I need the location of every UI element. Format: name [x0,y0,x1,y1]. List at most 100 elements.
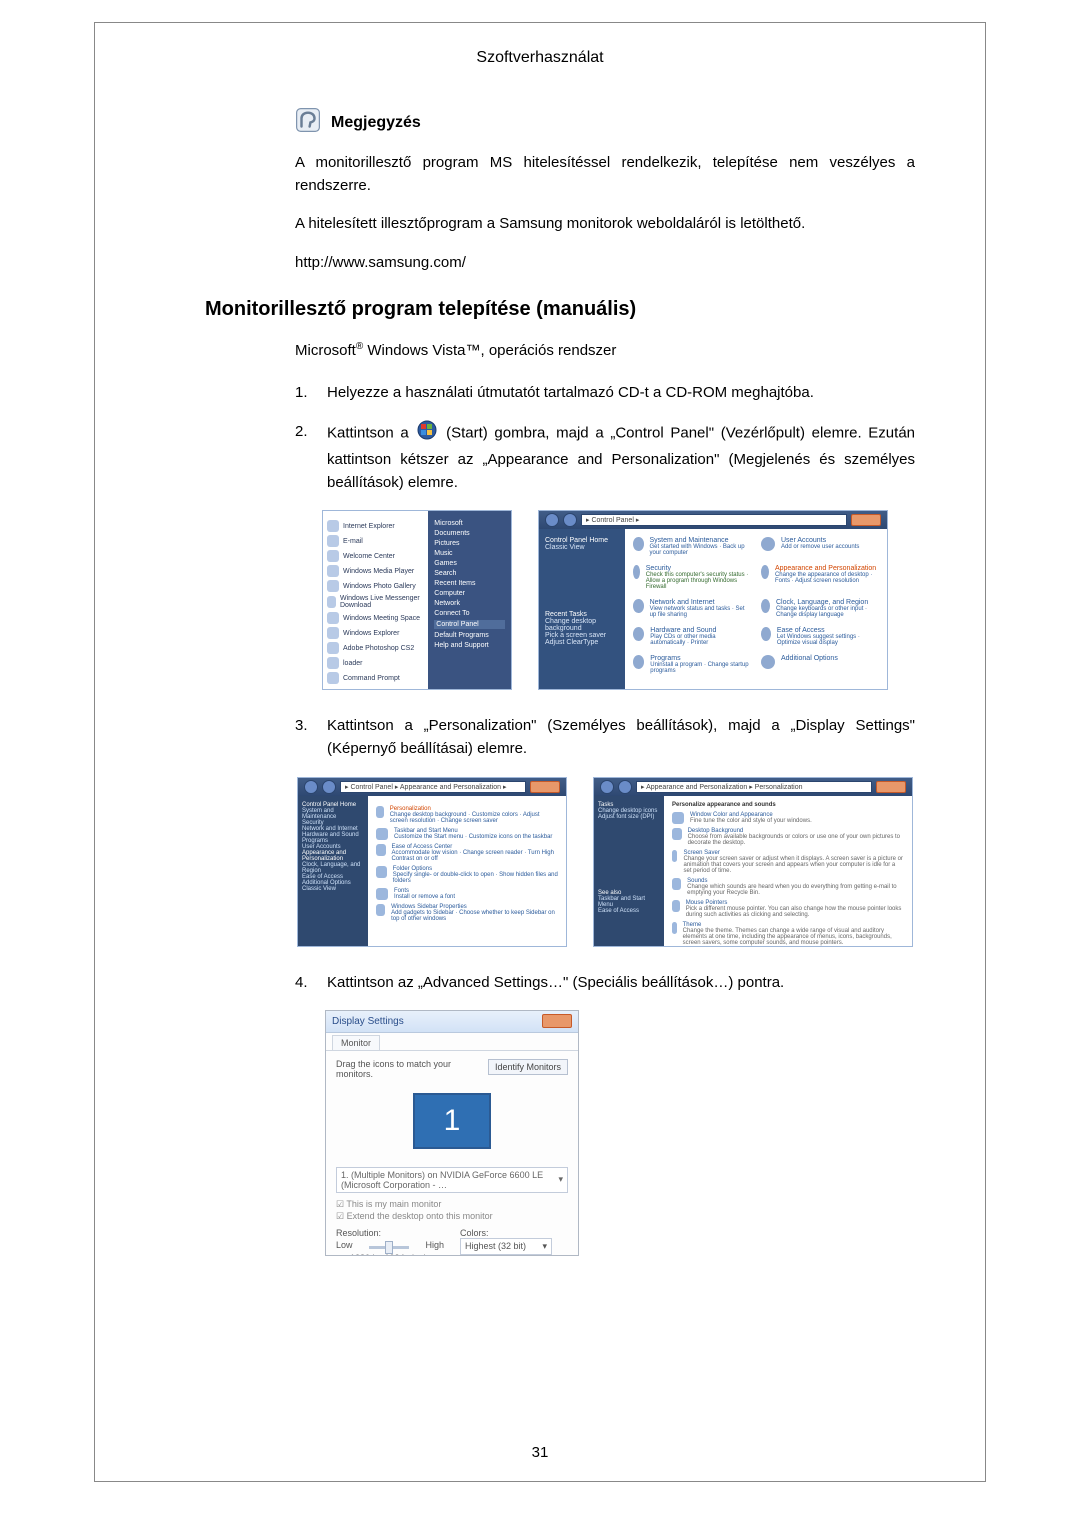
cp-sublink[interactable]: Change keyboards or other input · Change… [776,606,879,618]
sm-item[interactable]: loader [343,660,362,667]
cp-category[interactable]: Ease of Access [777,627,879,634]
pers-icon [672,878,681,890]
group-sub[interactable]: Customize the Start menu · Customize ico… [394,834,552,840]
sm-right-item[interactable]: Microsoft [434,520,505,527]
cp-category[interactable]: Additional Options [781,655,838,662]
group-sub[interactable]: Install or remove a font [394,894,455,900]
sm-right-item[interactable]: Network [434,600,505,607]
sm-right-item[interactable]: Documents [434,530,505,537]
sm-item[interactable]: E-mail [343,538,363,545]
sm-right-item[interactable]: Connect To [434,610,505,617]
close-icon[interactable] [530,781,560,793]
back-icon[interactable] [600,780,614,794]
side-item[interactable]: Control Panel Home [302,802,364,808]
group-icon [376,806,384,818]
group-icon [376,866,387,878]
extend-desktop-checkbox[interactable]: ☑ Extend the desktop onto this monitor [336,1211,568,1222]
see-also-link[interactable]: Taskbar and Start Menu [598,896,660,908]
side-item[interactable]: Appearance and Personalization [302,850,364,862]
cp-category[interactable]: Network and Internet [650,599,751,606]
cp-appearance-category[interactable]: Appearance and Personalization [775,565,879,572]
screenshot-row-2: ▸ Control Panel ▸ Appearance and Persona… [295,777,915,947]
cp-category[interactable]: User Accounts [781,537,859,544]
identify-monitors-button[interactable]: Identify Monitors [488,1059,568,1075]
monitor-select[interactable]: 1. (Multiple Monitors) on NVIDIA GeForce… [336,1167,568,1193]
see-also-link[interactable]: Ease of Access [598,908,660,914]
cp-category[interactable]: Hardware and Sound [650,627,751,634]
sm-right-item[interactable]: Search [434,570,505,577]
cp-sublink[interactable]: Uninstall a program · Change startup pro… [650,662,751,674]
sm-item[interactable]: Windows Media Player [343,568,414,575]
group-sub[interactable]: Specify single- or double-click to open … [393,872,558,884]
back-icon[interactable] [304,780,318,794]
cp-category[interactable]: Programs [650,655,751,662]
sm-control-panel[interactable]: Control Panel [434,620,505,629]
sm-item[interactable]: Windows Photo Gallery [343,583,416,590]
forward-icon[interactable] [618,780,632,794]
side-item[interactable]: System and Maintenance [302,808,364,820]
sm-item[interactable]: Command Prompt [343,675,400,682]
task-link[interactable]: Change desktop icons [598,808,660,814]
sm-item[interactable]: Internet Explorer [343,523,395,530]
side-item[interactable]: Hardware and Sound [302,832,364,838]
sm-item[interactable]: Windows Explorer [343,630,399,637]
note-title: Megjegyzés [331,114,421,132]
sm-right-item[interactable]: Help and Support [434,642,505,649]
colors-label: Colors: [460,1228,568,1238]
cp-category[interactable]: Clock, Language, and Region [776,599,879,606]
cp-recent-item[interactable]: Adjust ClearType [545,639,619,646]
forward-icon[interactable] [322,780,336,794]
group-sub[interactable]: Accommodate low vision · Change screen r… [392,850,559,862]
sm-right-item[interactable]: Default Programs [434,632,505,639]
cp-category[interactable]: Security [646,565,751,572]
group-icon [376,888,388,900]
side-item[interactable]: Clock, Language, and Region [302,862,364,874]
category-icon [761,565,769,579]
sm-right-item[interactable]: Music [434,550,505,557]
cp-sublink[interactable]: Get started with Windows · Back up your … [650,544,751,556]
close-icon[interactable] [851,514,881,526]
cp-sidebar-item[interactable]: Control Panel Home [545,537,619,544]
sm-item[interactable]: Adobe Photoshop CS2 [343,645,414,652]
address-bar[interactable]: ▸ Appearance and Personalization ▸ Perso… [636,781,872,793]
sm-item[interactable]: Welcome Center [343,553,395,560]
sm-item[interactable]: Windows Live Messenger Download [340,595,424,609]
close-icon[interactable] [542,1014,572,1028]
monitor-preview[interactable]: 1 [413,1093,491,1149]
sm-right-item[interactable]: Recent Items [434,580,505,587]
cp-sublink[interactable]: View network status and tasks · Set up f… [650,606,751,618]
resolution-slider[interactable] [369,1246,410,1249]
sm-right-item[interactable]: Computer [434,590,505,597]
cp-sublink[interactable]: Add or remove user accounts [781,544,859,550]
main-monitor-checkbox[interactable]: ☑ This is my main monitor [336,1199,568,1210]
cp-recent-item[interactable]: Change desktop background [545,618,619,632]
side-item[interactable]: Classic View [302,886,364,892]
step-1: 1. Helyezze a használati útmutatót tarta… [295,381,915,404]
group-sub[interactable]: Change desktop background · Customize co… [390,812,558,824]
cp-sublink[interactable]: Let Windows suggest settings · Optimize … [777,634,879,646]
task-link[interactable]: Adjust font size (DPI) [598,814,660,820]
colors-select[interactable]: Highest (32 bit) ▾ [460,1238,552,1255]
cp-sublink[interactable]: Change the appearance of desktop · Fonts… [775,572,879,584]
address-bar[interactable]: ▸ Control Panel ▸ [581,514,847,526]
sm-right-item[interactable]: Games [434,560,505,567]
group-sub[interactable]: Add gadgets to Sidebar · Choose whether … [391,910,558,922]
cp-sublink[interactable]: Play CDs or other media automatically · … [650,634,751,646]
forward-icon[interactable] [563,513,577,527]
address-bar[interactable]: ▸ Control Panel ▸ Appearance and Persona… [340,781,526,793]
side-item[interactable]: Network and Internet [302,826,364,832]
back-icon[interactable] [545,513,559,527]
step-text-3: Kattintson a „Personalization" (Személye… [327,714,915,761]
close-icon[interactable] [876,781,906,793]
cp-sidebar-item[interactable]: Classic View [545,544,619,551]
window-title: Display Settings [332,1016,404,1027]
cp-recent-item[interactable]: Pick a screen saver [545,632,619,639]
tab-monitor[interactable]: Monitor [332,1035,380,1050]
sm-item[interactable]: Windows Meeting Space [343,615,420,622]
sm-right-item[interactable]: Pictures [434,540,505,547]
cp-sublink[interactable]: Check this computer's security status · … [646,572,751,590]
pers-desc: Pick a different mouse pointer. You can … [686,906,904,918]
cp-category[interactable]: System and Maintenance [650,537,751,544]
step-4: 4. Kattintson az „Advanced Settings…" (S… [295,971,915,994]
page-header: Szoftverhasználat [165,49,915,67]
